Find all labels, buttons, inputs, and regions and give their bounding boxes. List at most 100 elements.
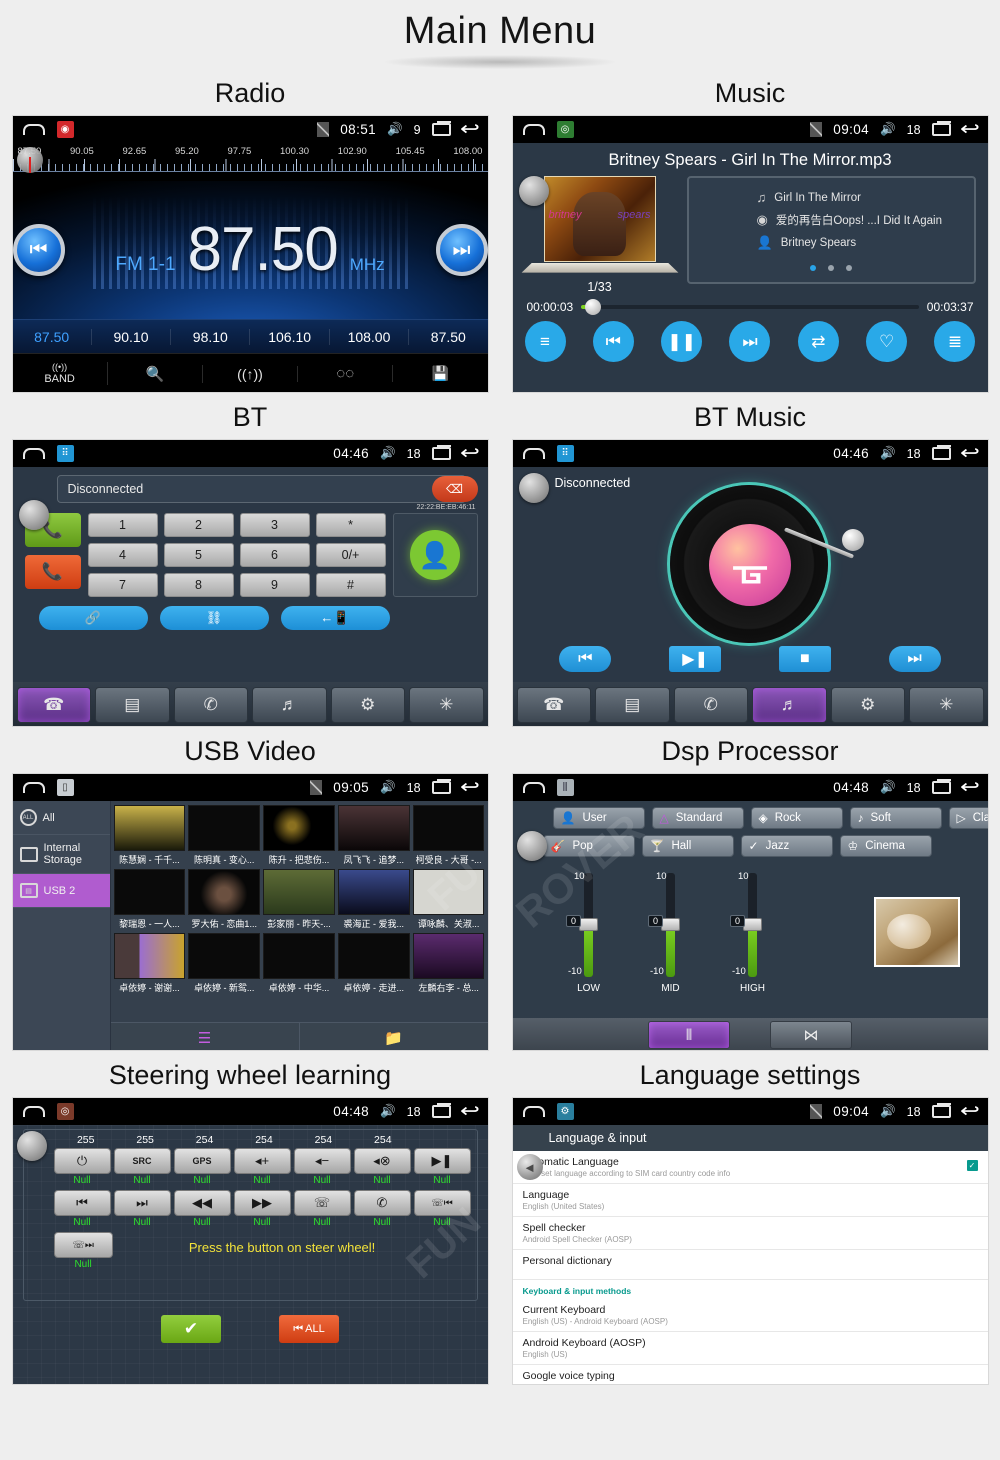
recent-apps-icon[interactable] xyxy=(931,121,951,137)
backspace-button[interactable]: ⌫ xyxy=(431,476,478,503)
tab-dialpad[interactable]: ☎ xyxy=(516,687,591,724)
setting-row-language[interactable]: Language English (United States) xyxy=(512,1184,988,1218)
key-3[interactable]: 3 xyxy=(239,513,310,538)
setting-row-personal-dictionary[interactable]: Personal dictionary xyxy=(512,1250,988,1281)
rewind-key[interactable]: ◀◀ xyxy=(173,1190,231,1217)
rotary-knob[interactable] xyxy=(518,176,549,207)
eq-preset-classic[interactable]: ▷ Classic xyxy=(948,807,988,830)
slider-thumb[interactable] xyxy=(743,917,762,931)
seek-handle[interactable] xyxy=(585,299,602,316)
dial-input[interactable]: Disconnected xyxy=(56,475,466,504)
language-screen[interactable]: ⚙ 09:04 🔊 18 ↩ Language & input ◄ Automa… xyxy=(511,1097,989,1386)
home-icon[interactable] xyxy=(22,448,45,460)
equalizer-tab[interactable]: ⫴ xyxy=(648,1021,730,1050)
music-screen[interactable]: ◎ 09:04 🔊 18 ↩ Britney Spears - Girl In … xyxy=(511,115,989,394)
back-icon[interactable]: ↩ xyxy=(460,1102,480,1121)
bt-screen[interactable]: ⠿ 04:46 🔊 18 ↩ Disconnected ⌫ 22:22:BE:E… xyxy=(11,439,489,728)
fast-forward-key[interactable]: ▶▶ xyxy=(233,1190,291,1217)
source-item-all[interactable]: ALL All xyxy=(12,801,110,836)
tab-bt-music[interactable]: ♬ xyxy=(752,687,827,724)
bt-music-screen[interactable]: ⠿ 04:46 🔊 18 ↩ Disconnected ᚗ ⏮ ▶❚ ■ ⏭ ☎… xyxy=(511,439,989,728)
slider-track[interactable]: 10 -10 0 xyxy=(730,871,762,978)
file-item[interactable]: 左麟右李 - 总... xyxy=(412,933,485,995)
preset-button[interactable]: 108.00 xyxy=(330,328,410,345)
preset-button[interactable]: 90.10 xyxy=(92,328,172,345)
mute-key[interactable]: ◂⊗ xyxy=(353,1148,411,1175)
confirm-button[interactable]: ✔ xyxy=(161,1315,221,1344)
back-icon[interactable]: ↩ xyxy=(960,778,980,797)
preset-button[interactable]: 87.50 xyxy=(13,328,92,345)
file-item[interactable]: 陈升 - 把悲伤... xyxy=(263,805,335,867)
file-item[interactable]: 凤飞飞 - 追梦... xyxy=(337,805,410,867)
setting-row-android-keyboard[interactable]: Android Keyboard (AOSP) English (US) xyxy=(512,1332,988,1366)
antenna-button[interactable]: ((↑)) xyxy=(203,365,299,382)
page-dot[interactable] xyxy=(809,265,816,272)
file-item[interactable]: 卓依婷 - 中华... xyxy=(263,933,335,995)
home-icon[interactable] xyxy=(522,782,545,794)
rotary-knob[interactable] xyxy=(516,831,547,862)
track-info-box[interactable]: ♫ Girl In The Mirror ◉ 爱的再告白Oops! ...I D… xyxy=(686,176,976,285)
recent-apps-icon[interactable] xyxy=(931,1103,951,1119)
source-item-usb2[interactable]: ▤ USB 2 xyxy=(12,874,110,909)
recent-apps-icon[interactable] xyxy=(931,445,951,461)
slider-track[interactable]: 10 -10 0 xyxy=(648,871,680,978)
play-pause-button[interactable]: ▶❚ xyxy=(669,646,722,673)
key-7[interactable]: 7 xyxy=(87,573,158,598)
power-key[interactable]: ⏻ xyxy=(53,1148,111,1175)
page-dot[interactable] xyxy=(828,265,834,272)
key-2[interactable]: 2 xyxy=(163,513,234,538)
eq-preset-jazz[interactable]: ✓ Jazz xyxy=(740,835,833,858)
recent-apps-icon[interactable] xyxy=(431,445,451,461)
stop-button[interactable]: ■ xyxy=(778,646,831,673)
file-item[interactable]: 柯受良 - 大哥 -... xyxy=(412,805,485,867)
page-dot[interactable] xyxy=(846,265,853,272)
file-item[interactable]: 彭家丽 - 昨天-... xyxy=(263,869,335,931)
preset-button[interactable]: 87.50 xyxy=(409,329,487,345)
previous-button[interactable]: ⏮ xyxy=(559,646,612,673)
slider-thumb[interactable] xyxy=(579,917,598,931)
file-item[interactable]: 谭咏麟、关淑... xyxy=(412,869,485,931)
stereo-button[interactable]: ◌◌ xyxy=(298,365,394,383)
key-hash[interactable]: # xyxy=(315,573,386,598)
file-item[interactable]: 陈明真 - 变心... xyxy=(188,805,261,867)
back-icon[interactable]: ↩ xyxy=(460,778,480,797)
recent-apps-icon[interactable] xyxy=(931,779,951,795)
clear-all-button[interactable]: ⏮ ALL xyxy=(279,1315,339,1344)
eq-preset-hall[interactable]: 🍸 Hall xyxy=(641,835,734,858)
usb-video-screen[interactable]: ▯ 09:05 🔊 18 ↩ ALL All Internal Storage … xyxy=(11,773,489,1052)
home-icon[interactable] xyxy=(22,782,45,794)
play-pause-key[interactable]: ▶❚ xyxy=(413,1148,471,1175)
home-icon[interactable] xyxy=(22,1106,45,1118)
rotary-knob[interactable] xyxy=(18,500,49,531)
eq-slider-low[interactable]: 10 -10 0 LOW xyxy=(561,871,617,994)
page-dots[interactable] xyxy=(689,258,974,276)
steering-screen[interactable]: ◎ 04:48 🔊 18 ↩ 255 255 254 254 254 254 ⏻… xyxy=(11,1097,489,1386)
home-icon[interactable] xyxy=(22,124,45,136)
recent-apps-icon[interactable] xyxy=(431,121,451,137)
tab-contacts[interactable]: ▤ xyxy=(95,687,170,724)
home-icon[interactable] xyxy=(522,124,545,136)
list-view-button[interactable]: ☰ xyxy=(111,1023,300,1051)
eq-slider-high[interactable]: 10 -10 0 HIGH xyxy=(725,871,781,994)
file-item[interactable]: 卓依婷 - 谢谢... xyxy=(113,933,186,995)
eq-preset-user[interactable]: 👤 User xyxy=(552,807,645,830)
back-icon[interactable]: ↩ xyxy=(960,120,980,139)
slider-track[interactable]: 10 -10 0 xyxy=(566,871,598,978)
preset-button[interactable]: 98.10 xyxy=(171,328,251,345)
preset-button[interactable]: 106.10 xyxy=(250,328,330,345)
previous-button[interactable]: ⏮ xyxy=(592,321,634,363)
key-1[interactable]: 1 xyxy=(87,513,158,538)
file-item[interactable]: 陈慧娴 - 千千... xyxy=(113,805,186,867)
setting-row-google-voice-typing[interactable]: Google voice typing xyxy=(513,1365,988,1384)
rotary-knob[interactable] xyxy=(16,1131,47,1162)
equalizer-button[interactable]: ≡ xyxy=(524,321,566,363)
file-item[interactable]: 卓依婷 - 新鸳... xyxy=(188,933,261,995)
setting-row-automatic-language[interactable]: Automatic Language Auto set language acc… xyxy=(512,1151,988,1185)
next-button[interactable]: ⏭ xyxy=(888,646,941,673)
balance-tab[interactable]: ⋈ xyxy=(770,1021,852,1050)
pause-button[interactable]: ❚❚ xyxy=(661,321,703,363)
back-icon[interactable]: ↩ xyxy=(460,444,480,463)
folder-view-button[interactable]: 📁 xyxy=(300,1023,488,1050)
back-icon[interactable]: ↩ xyxy=(960,1102,980,1121)
favorite-button[interactable]: ♡ xyxy=(866,321,908,363)
